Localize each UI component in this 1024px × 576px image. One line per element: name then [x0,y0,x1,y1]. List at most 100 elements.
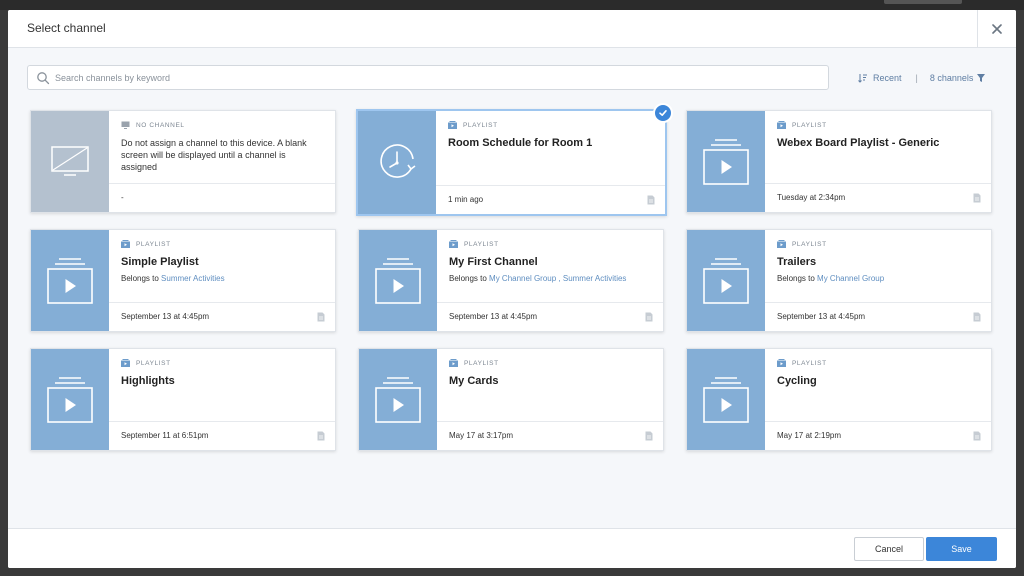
playlist-type-icon [777,359,786,367]
channel-type: PLAYLIST [449,359,499,367]
channel-thumbnail [31,111,109,212]
channel-time: May 17 at 3:17pm [449,431,514,440]
channel-card-footer: September 13 at 4:45pm [765,302,991,331]
channel-groups: Belongs to Summer Activities [121,274,327,283]
channel-type: PLAYLIST [121,240,171,248]
search-icon [37,71,50,84]
channel-description: Do not assign a channel to this device. … [121,138,307,172]
cancel-button[interactable]: Cancel [854,537,924,561]
document-icon [645,312,653,322]
channel-card-footer: September 11 at 6:51pm [109,421,335,450]
channel-card-room-schedule[interactable]: PLAYLIST Room Schedule for Room 1 1 min … [356,103,673,216]
channel-type-label: PLAYLIST [463,121,498,129]
playlist-icon [47,257,93,304]
belongs-to-label: Belongs to [121,274,159,283]
belongs-to-label: Belongs to [777,274,815,283]
channel-card-my-first-channel[interactable]: PLAYLIST My First Channel Belongs to My … [358,229,664,332]
channel-card-no-channel[interactable]: NO CHANNEL Do not assign a channel to th… [30,110,336,213]
monitor-icon [121,121,130,129]
channel-type-label: NO CHANNEL [136,121,185,129]
channel-name: My First Channel [449,256,538,268]
playlist-type-icon [121,359,130,367]
channel-card-body: PLAYLIST Cycling May 17 at 2:19pm [765,349,991,450]
channel-card-body: PLAYLIST Simple Playlist Belongs to Summ… [109,230,335,331]
sort-button[interactable]: Recent [873,73,902,83]
channel-time: September 13 at 4:45pm [449,312,538,321]
channel-name: Trailers [777,256,817,268]
channel-card-cycling[interactable]: PLAYLIST Cycling May 17 at 2:19pm [686,348,992,451]
channel-thumbnail [31,230,109,331]
channel-card-footer: Tuesday at 2:34pm [765,183,991,212]
document-icon [645,431,653,441]
channel-type-label: PLAYLIST [136,359,171,367]
playlist-icon [703,376,749,423]
channel-type: PLAYLIST [777,121,827,129]
close-button[interactable] [977,10,1016,48]
channel-card-my-cards[interactable]: PLAYLIST My Cards May 17 at 3:17pm [358,348,664,451]
channel-time: - [121,193,124,202]
channel-type: NO CHANNEL [121,121,185,129]
channel-card-footer: September 13 at 4:45pm [437,302,663,331]
channel-card-webex-board[interactable]: PLAYLIST Webex Board Playlist - Generic … [686,110,992,213]
channel-card-trailers[interactable]: PLAYLIST Trailers Belongs to My Channel … [686,229,992,332]
search-box[interactable] [27,65,829,90]
belongs-to-label: Belongs to [449,274,487,283]
document-icon [973,193,981,203]
channel-type: PLAYLIST [777,240,827,248]
channel-group-link[interactable]: My Channel Group , Summer Activities [489,274,626,283]
channel-name: Webex Board Playlist - Generic [777,137,940,149]
channel-card-footer: May 17 at 3:17pm [437,421,663,450]
channel-time: 1 min ago [448,195,484,204]
toolbar-separator: | [915,73,918,83]
search-input[interactable] [55,67,828,88]
channel-name: Simple Playlist [121,256,199,268]
selected-check-badge [653,103,673,123]
sort-icon [858,74,867,83]
playlist-icon [47,376,93,423]
channel-type-label: PLAYLIST [464,240,499,248]
channel-count-filter[interactable]: 8 channels [930,73,974,83]
channel-type: PLAYLIST [777,359,827,367]
channel-time: Tuesday at 2:34pm [777,193,846,202]
playlist-icon [375,257,421,304]
channel-groups: Belongs to My Channel Group [777,274,983,283]
playlist-type-icon [448,121,457,129]
channel-card-body: PLAYLIST Highlights September 11 at 6:51… [109,349,335,450]
clock-refresh-icon [380,143,416,178]
playlist-icon [375,376,421,423]
checkmark-icon [659,110,667,116]
app-top-bar [0,0,1024,10]
channel-group-link[interactable]: My Channel Group [817,274,884,283]
close-icon [992,24,1002,34]
channel-type-label: PLAYLIST [464,359,499,367]
channel-type: PLAYLIST [448,121,498,129]
blank-screen-icon [51,145,89,176]
channel-thumbnail [359,230,437,331]
channel-time: September 13 at 4:45pm [121,312,210,321]
playlist-type-icon [777,121,786,129]
channel-type-label: PLAYLIST [792,359,827,367]
channel-card-body: PLAYLIST My Cards May 17 at 3:17pm [437,349,663,450]
channel-name: Room Schedule for Room 1 [448,137,593,149]
channel-card-highlights[interactable]: PLAYLIST Highlights September 11 at 6:51… [30,348,336,451]
channel-groups: Belongs to My Channel Group , Summer Act… [449,274,655,283]
channel-group-link[interactable]: Summer Activities [161,274,225,283]
channel-thumbnail [359,349,437,450]
filter-icon[interactable] [977,74,986,82]
select-channel-dialog: Select channel Recent | 8 channels [8,10,1016,568]
document-icon [647,195,655,205]
channel-type-label: PLAYLIST [792,121,827,129]
channel-card-footer: 1 min ago [436,185,665,214]
list-toolbar: Recent | 8 channels [858,72,986,84]
dialog-footer: Cancel Save [8,528,1016,568]
playlist-type-icon [449,359,458,367]
channel-time: September 13 at 4:45pm [777,312,866,321]
playlist-type-icon [449,240,458,248]
channel-name: Cycling [777,375,817,387]
channel-card-body: PLAYLIST Webex Board Playlist - Generic … [765,111,991,212]
channel-card-simple-playlist[interactable]: PLAYLIST Simple Playlist Belongs to Summ… [30,229,336,332]
channel-card-body: NO CHANNEL Do not assign a channel to th… [109,111,335,212]
save-button[interactable]: Save [926,537,997,561]
channel-thumbnail [687,111,765,212]
channel-card-body: PLAYLIST Trailers Belongs to My Channel … [765,230,991,331]
